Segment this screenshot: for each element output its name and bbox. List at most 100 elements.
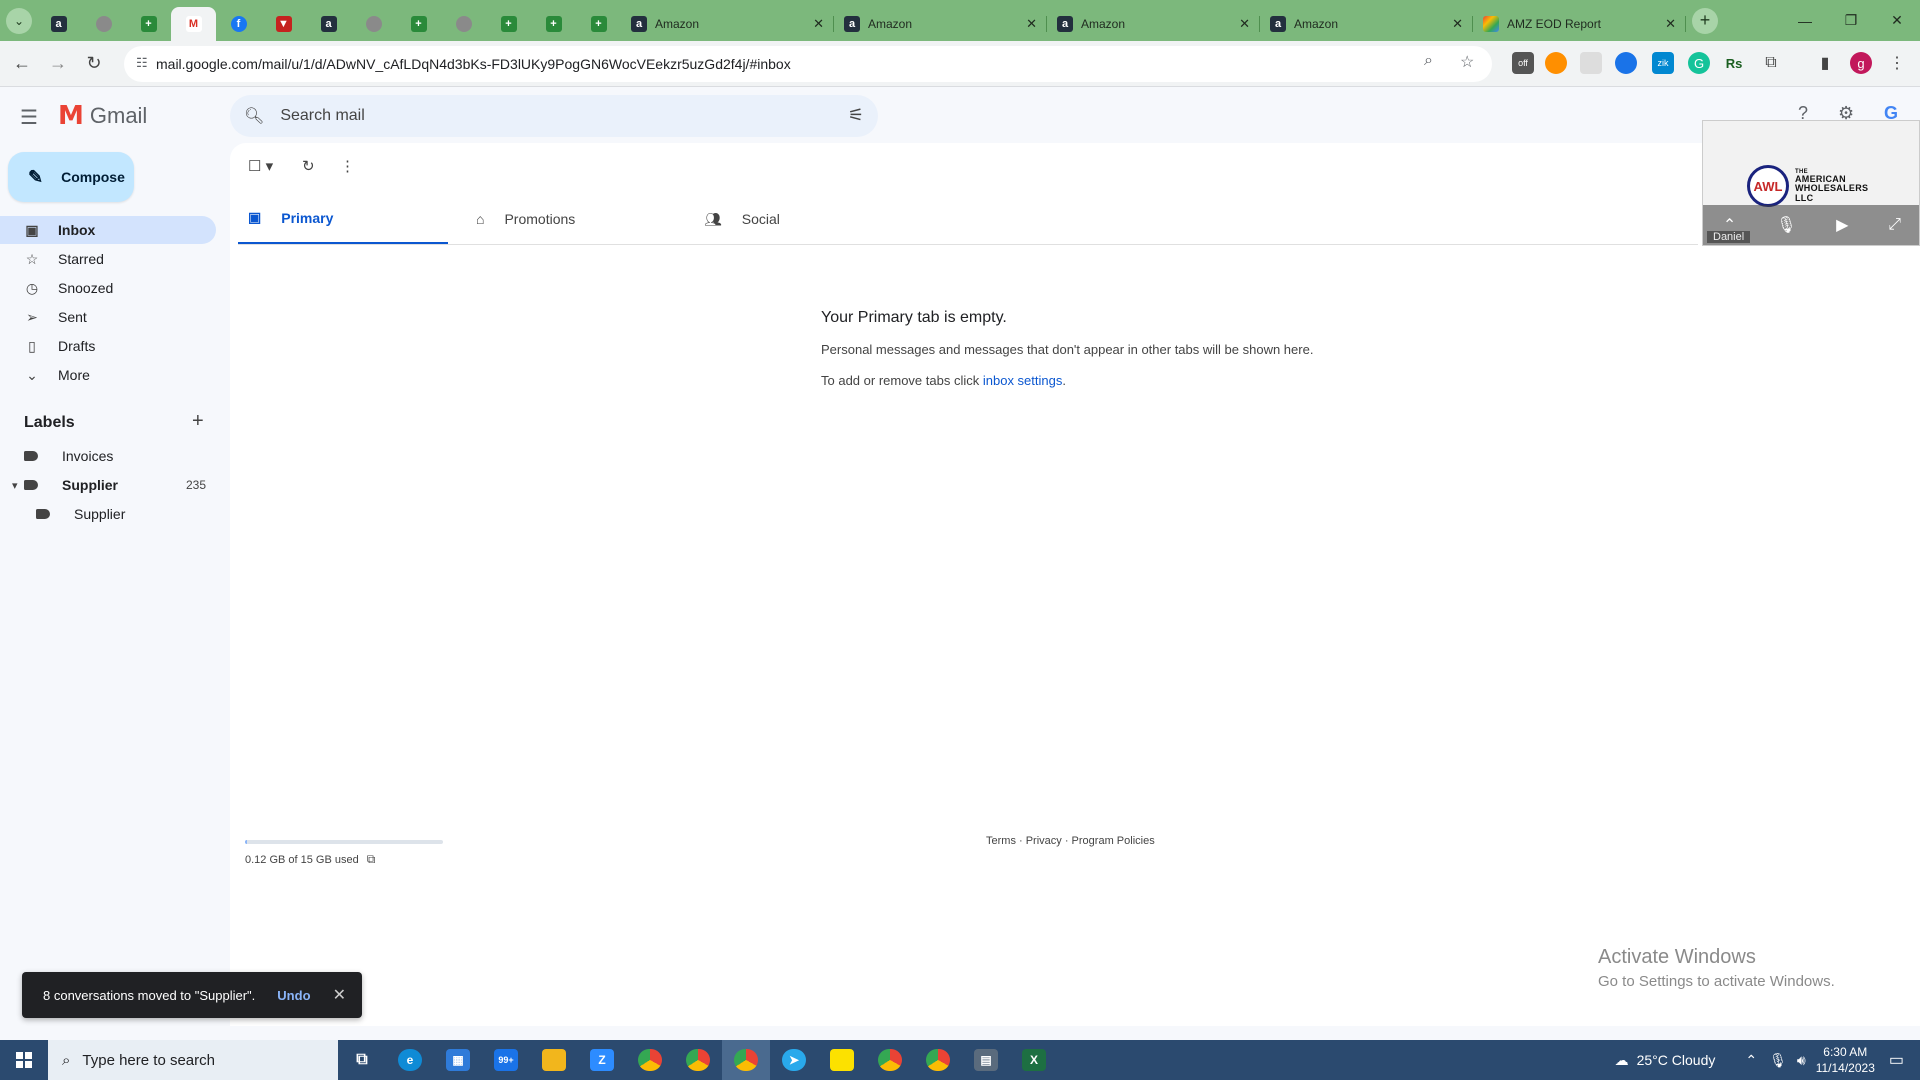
pinned-tab[interactable]: +	[126, 7, 171, 41]
close-tab-icon[interactable]: ✕	[1665, 16, 1676, 32]
sidebar-item-starred[interactable]: ☆ Starred	[0, 245, 216, 273]
mail-icon[interactable]: 99+	[482, 1040, 530, 1080]
pinned-tab[interactable]: +	[396, 7, 441, 41]
search-icon[interactable]: 🔍︎	[244, 106, 264, 126]
chrome-active-icon[interactable]	[722, 1040, 770, 1080]
side-panel-icon[interactable]: ▮	[1814, 52, 1836, 74]
pinned-tab[interactable]: M	[171, 6, 216, 41]
clock[interactable]: 6:30 AM 11/14/2023	[1816, 1044, 1875, 1076]
footer-links[interactable]: Terms · Privacy · Program Policies	[986, 835, 1155, 847]
pinned-tab[interactable]	[351, 7, 396, 41]
notifications-icon[interactable]: ▭	[1889, 1050, 1904, 1070]
start-button[interactable]	[0, 1040, 48, 1080]
pinned-tab[interactable]: +	[486, 7, 531, 41]
pinned-tab[interactable]	[81, 7, 126, 41]
taskbar-search[interactable]: ⌕ Type here to search	[48, 1040, 338, 1080]
bookmark-star-icon[interactable]: ☆	[1460, 52, 1474, 72]
inbox-settings-link[interactable]: inbox settings	[983, 373, 1063, 388]
tab-promotions[interactable]: ⌂ Promotions	[466, 193, 676, 245]
close-tab-icon[interactable]: ✕	[813, 16, 824, 32]
close-tab-icon[interactable]: ✕	[1452, 16, 1463, 32]
tab-primary[interactable]: ▣ Primary	[238, 193, 448, 245]
sidebar-item-drafts[interactable]: ▯ Drafts	[0, 332, 216, 360]
calculator-icon[interactable]: ▤	[962, 1040, 1010, 1080]
pinned-tab[interactable]: +	[576, 7, 621, 41]
pinned-tab[interactable]	[441, 7, 486, 41]
excel-icon[interactable]: X	[1010, 1040, 1058, 1080]
task-view-icon[interactable]: ⧉	[338, 1040, 386, 1080]
mic-muted-icon[interactable]: 🎙︎	[1776, 215, 1796, 235]
browser-tab[interactable]: a Amazon ✕	[1260, 7, 1473, 41]
label-item[interactable]: ▾ Supplier 235	[0, 471, 216, 499]
reload-icon[interactable]: ↻	[76, 46, 112, 82]
browser-tab[interactable]: a Amazon ✕	[1047, 7, 1260, 41]
pinned-tab[interactable]: a	[306, 7, 351, 41]
new-tab-button[interactable]: +	[1692, 7, 1718, 34]
open-external-icon[interactable]: ⧉	[367, 852, 376, 867]
chrome-profile3-icon[interactable]	[914, 1040, 962, 1080]
edge-icon[interactable]: e	[386, 1040, 434, 1080]
chrome-profile2-icon[interactable]	[866, 1040, 914, 1080]
browser-menu-icon[interactable]: ⋮	[1886, 52, 1908, 74]
sidebar-item-sent[interactable]: ➢ Sent	[0, 303, 216, 331]
back-icon[interactable]: ←	[4, 46, 40, 82]
close-tab-icon[interactable]: ✕	[1026, 16, 1037, 32]
tab-social[interactable]: 👥︎ Social	[694, 193, 904, 245]
sticky-notes-icon[interactable]	[818, 1040, 866, 1080]
profile-avatar[interactable]: g	[1850, 52, 1872, 74]
extension-off-icon[interactable]: off	[1512, 52, 1534, 74]
search-options-icon[interactable]: ⚟	[848, 105, 864, 126]
microphone-icon[interactable]: 🎙︎	[1769, 1052, 1787, 1069]
tab-search-button[interactable]: ⌄	[6, 7, 32, 34]
chrome-icon[interactable]	[626, 1040, 674, 1080]
label-item[interactable]: Invoices	[0, 442, 216, 470]
omnibox[interactable]: ☷ mail.google.com/mail/u/1/d/ADwNV_cAfLD…	[124, 46, 1492, 82]
add-label-icon[interactable]: +	[192, 410, 204, 433]
forward-icon[interactable]: →	[40, 46, 76, 82]
browser-tab[interactable]: a Amazon ✕	[834, 7, 1047, 41]
expand-arrow-icon[interactable]: ▾	[12, 479, 18, 492]
chrome-profile-icon[interactable]	[674, 1040, 722, 1080]
extensions-puzzle-icon[interactable]: ⧉	[1760, 52, 1782, 74]
extension-blue-icon[interactable]	[1615, 52, 1637, 74]
compose-button[interactable]: ✎ Compose	[8, 152, 134, 202]
extension-zik-icon[interactable]: zik	[1652, 52, 1674, 74]
label-item[interactable]: Supplier	[0, 500, 216, 528]
pinned-tab[interactable]: ▼	[261, 7, 306, 41]
sidebar-item-more[interactable]: ⌄ More	[0, 361, 216, 389]
pinned-tab[interactable]: a	[36, 7, 81, 41]
camera-icon[interactable]: ▶	[1836, 215, 1848, 235]
file-explorer-icon[interactable]	[530, 1040, 578, 1080]
sidebar-item-snoozed[interactable]: ◷ Snoozed	[0, 274, 216, 302]
show-hidden-icons[interactable]: ⌃	[1745, 1052, 1757, 1069]
grammarly-icon[interactable]: G	[1688, 52, 1710, 74]
weather-text[interactable]: 25°C Cloudy	[1637, 1052, 1716, 1068]
pinned-tab[interactable]: +	[531, 7, 576, 41]
close-icon[interactable]: ✕	[333, 985, 346, 1005]
browser-tab[interactable]: a Amazon ✕	[621, 7, 834, 41]
main-menu-icon[interactable]: ☰	[20, 105, 38, 130]
popout-icon[interactable]: ⤢	[1888, 216, 1901, 234]
close-window-button[interactable]: ✕	[1874, 0, 1920, 41]
site-info-icon[interactable]: ☷	[136, 55, 148, 71]
extension-orange-icon[interactable]	[1545, 52, 1567, 74]
gmail-logo[interactable]: M Gmail	[58, 103, 147, 129]
close-tab-icon[interactable]: ✕	[1239, 16, 1250, 32]
browser-tab[interactable]: AMZ EOD Report ✕	[1473, 7, 1686, 41]
zoom-icon[interactable]: ⌕	[1424, 52, 1433, 70]
refresh-icon[interactable]: ↻	[302, 157, 315, 175]
extension-rs-icon[interactable]: Rs	[1723, 52, 1745, 74]
store-icon[interactable]: ▦	[434, 1040, 482, 1080]
restore-button[interactable]: ❐	[1828, 0, 1874, 41]
extension-tool-icon[interactable]	[1580, 52, 1602, 74]
undo-button[interactable]: Undo	[277, 988, 310, 1003]
search-input[interactable]	[280, 107, 821, 125]
select-all-checkbox[interactable]: ☐ ▾	[248, 157, 273, 175]
pinned-tab[interactable]: f	[216, 7, 261, 41]
volume-icon[interactable]: 🔊︎	[1797, 1052, 1806, 1069]
sidebar-item-inbox[interactable]: ▣ Inbox	[0, 216, 216, 244]
zoom-app-icon[interactable]: Z	[578, 1040, 626, 1080]
video-call-widget[interactable]: AWL THE AMERICAN WHOLESALERS LLC ⌃ 🎙︎ ▶ …	[1702, 120, 1920, 246]
more-actions-icon[interactable]: ⋮	[340, 157, 355, 175]
minimize-button[interactable]: —	[1782, 0, 1828, 41]
